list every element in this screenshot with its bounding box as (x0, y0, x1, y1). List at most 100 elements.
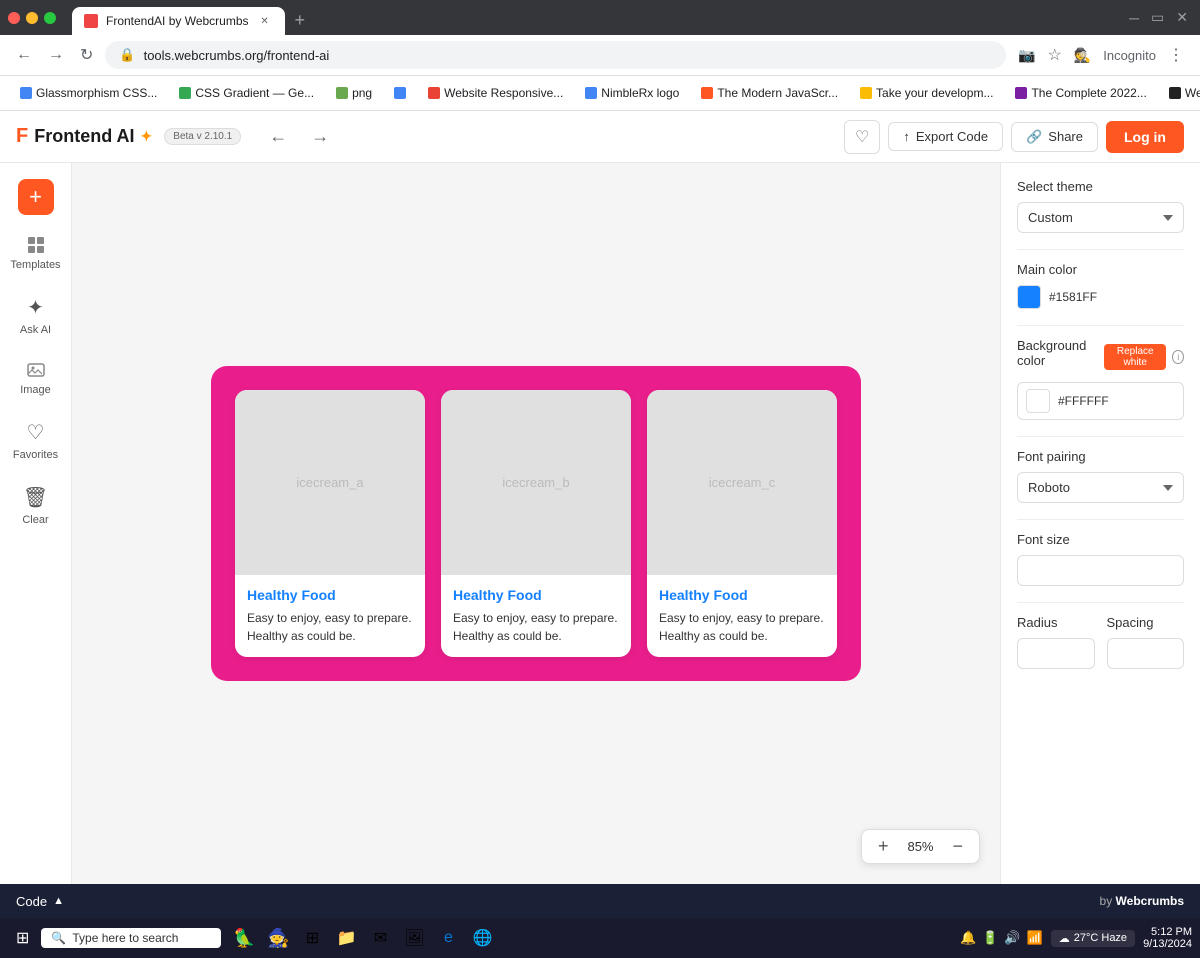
main-color-label: Main color (1017, 262, 1184, 277)
templates-label: Templates (10, 259, 60, 271)
back-button[interactable]: ← (12, 42, 36, 68)
favorite-button[interactable]: ♡ (844, 120, 880, 154)
taskbar-icon-explorer[interactable]: 📁 (331, 923, 361, 953)
font-select[interactable]: Roboto (1017, 472, 1184, 503)
canvas-area: icecream_a Healthy Food Easy to enjoy, e… (72, 163, 1000, 884)
sidebar-item-favorites[interactable]: ♡ Favorites (0, 412, 71, 469)
login-button[interactable]: Log in (1106, 121, 1184, 153)
webcrumbs-brand: Webcrumbs (1116, 894, 1184, 908)
bookmark-modern-js[interactable]: The Modern JavaScr... (693, 84, 846, 102)
zoom-in-button[interactable]: + (874, 836, 893, 857)
start-button[interactable]: ⊞ (8, 924, 37, 952)
taskbar-icon-edge[interactable]: e (433, 923, 463, 953)
sidebar-item-clear[interactable]: 🗑 Clear (0, 477, 71, 534)
star-icon[interactable]: ☆ (1043, 41, 1065, 69)
card-3-desc: Easy to enjoy, easy to prepare. Healthy … (659, 609, 825, 645)
redo-button[interactable]: → (303, 122, 337, 151)
notification-icon[interactable]: 🔔 (960, 930, 976, 946)
taskbar-icon-file[interactable]: 🦜 (229, 923, 259, 953)
divider-3 (1017, 436, 1184, 437)
taskbar-icon-chrome[interactable]: 🌐 (467, 923, 497, 953)
bookmark-png[interactable]: png (328, 84, 380, 102)
main-color-swatch[interactable] (1017, 285, 1041, 309)
maximize-button[interactable] (44, 12, 56, 24)
network-icon[interactable]: 📶 (1027, 930, 1043, 946)
active-tab[interactable]: FrontendAI by Webcrumbs ✕ (72, 7, 285, 35)
undo-button[interactable]: ← (261, 122, 295, 151)
font-section: Font pairing Roboto (1017, 449, 1184, 503)
theme-section: Select theme Custom (1017, 179, 1184, 233)
taskbar-icon-mail[interactable]: ✉ (365, 923, 395, 953)
font-size-label: Font size (1017, 532, 1184, 547)
menu-icon[interactable]: ⋮ (1164, 41, 1188, 69)
bg-color-label: Background color (1017, 338, 1098, 368)
code-toggle[interactable]: Code ▲ (16, 894, 64, 909)
bookmark-take-your[interactable]: Take your developm... (852, 84, 1001, 102)
minimize-window-button[interactable]: ─ (1125, 6, 1143, 30)
share-button[interactable]: 🔗 Share (1011, 122, 1098, 152)
profile-icon[interactable]: Incognito (1099, 44, 1160, 67)
replace-white-button[interactable]: Replace white (1104, 344, 1166, 370)
window-controls (8, 12, 56, 24)
spacing-section: Spacing 5 (1107, 615, 1185, 669)
weather-icon: ☁ (1059, 932, 1070, 945)
close-button[interactable] (8, 12, 20, 24)
minimize-button[interactable] (26, 12, 38, 24)
reload-button[interactable]: ↻ (76, 41, 97, 69)
clock-time: 5:12 PM (1151, 926, 1192, 938)
camera-icon[interactable]: 📷 (1014, 43, 1039, 68)
tab-favicon (84, 14, 98, 28)
bookmark-nimble[interactable]: NimbleRx logo (577, 84, 687, 102)
bookmark-favicon (394, 87, 406, 99)
bookmark-favicon (585, 87, 597, 99)
bookmark-glassmorphism[interactable]: Glassmorphism CSS... (12, 84, 165, 102)
tab-close-button[interactable]: ✕ (257, 13, 273, 29)
info-icon[interactable]: i (1172, 350, 1184, 364)
font-size-section: Font size 19 (1017, 532, 1184, 586)
sys-icons: 🔔 🔋 🔊 📶 (960, 930, 1043, 946)
bg-color-section: Background color Replace white i #FFFFFF (1017, 338, 1184, 420)
zoom-controls: + 85% − (861, 829, 980, 864)
theme-label: Select theme (1017, 179, 1184, 194)
card-1-desc: Easy to enjoy, easy to prepare. Healthy … (247, 609, 413, 645)
new-tab-button[interactable]: + (287, 6, 314, 35)
sidebar-item-image[interactable]: Image (0, 352, 71, 404)
card-3-image-placeholder: icecream_c (709, 475, 775, 490)
address-bar[interactable]: 🔒 tools.webcrumbs.org/frontend-ai (105, 41, 1006, 69)
sidebar: + Templates ✦ Ask AI Image ♡ Favorites (0, 163, 72, 884)
add-template-button[interactable]: + (18, 179, 54, 215)
search-icon: 🔍 (51, 931, 66, 945)
zoom-out-button[interactable]: − (948, 836, 967, 857)
card-3[interactable]: icecream_c Healthy Food Easy to enjoy, e… (647, 390, 837, 657)
forward-button[interactable]: → (44, 42, 68, 68)
theme-select[interactable]: Custom (1017, 202, 1184, 233)
sidebar-item-ask-ai[interactable]: ✦ Ask AI (0, 287, 71, 344)
bg-color-swatch[interactable] (1026, 389, 1050, 413)
sidebar-item-templates[interactable]: Templates (0, 227, 71, 279)
radius-input[interactable]: 16 (1017, 638, 1095, 669)
bookmark-complete[interactable]: The Complete 2022... (1007, 84, 1154, 102)
battery-icon: 🔋 (982, 930, 998, 946)
bookmark-responsive[interactable]: Website Responsive... (420, 84, 571, 102)
bookmark-webdev[interactable]: Web Development... (1161, 84, 1200, 102)
card-1-title: Healthy Food (247, 587, 413, 603)
incognito-icon[interactable]: 🕵 (1070, 43, 1095, 68)
code-label: Code (16, 894, 47, 909)
bookmark-blue[interactable] (386, 85, 414, 101)
card-1[interactable]: icecream_a Healthy Food Easy to enjoy, e… (235, 390, 425, 657)
bookmark-favicon (428, 87, 440, 99)
titlebar: FrontendAI by Webcrumbs ✕ + ─ ▭ ✕ (0, 0, 1200, 35)
spacing-input[interactable]: 5 (1107, 638, 1185, 669)
font-size-input[interactable]: 19 (1017, 555, 1184, 586)
radius-spacing-row: Radius 16 Spacing 5 (1017, 615, 1184, 669)
taskbar-icon-dock[interactable]: ⊞ (297, 923, 327, 953)
bookmark-cssgradient[interactable]: CSS Gradient — Ge... (171, 84, 322, 102)
restore-window-button[interactable]: ▭ (1147, 5, 1168, 30)
taskbar-icon-photos[interactable]: 🖼 (399, 923, 429, 953)
taskbar-icon-wizard[interactable]: 🧙 (263, 923, 293, 953)
card-2[interactable]: icecream_b Healthy Food Easy to enjoy, e… (441, 390, 631, 657)
taskbar-search[interactable]: 🔍 Type here to search (41, 928, 221, 948)
volume-icon[interactable]: 🔊 (1004, 930, 1020, 946)
export-code-button[interactable]: ↑ Export Code (888, 122, 1003, 151)
close-window-button[interactable]: ✕ (1172, 5, 1192, 30)
